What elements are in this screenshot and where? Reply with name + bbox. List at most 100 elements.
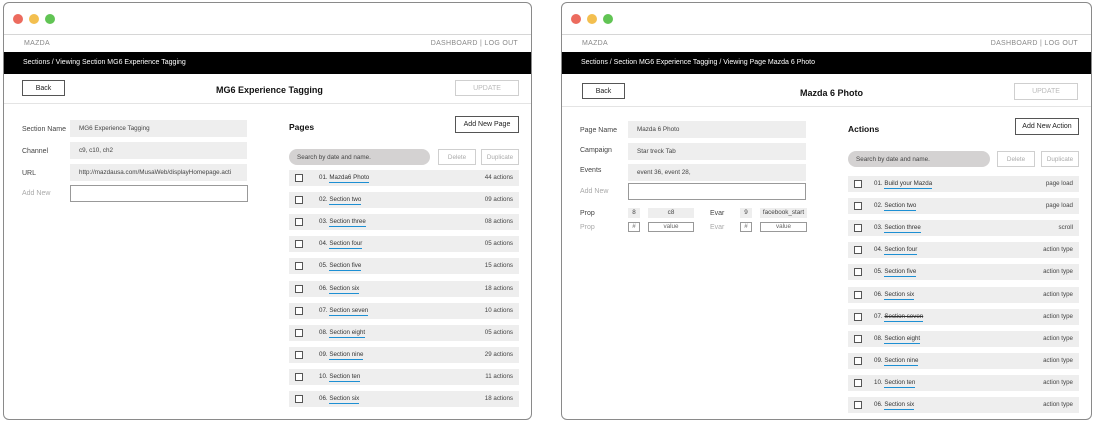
- row-name-link[interactable]: Build your Mazda: [884, 180, 933, 189]
- page-name-field[interactable]: Mazda 6 Photo: [628, 121, 806, 138]
- row-checkbox[interactable]: [854, 290, 862, 299]
- add-new-input[interactable]: [628, 183, 806, 200]
- row-checkbox[interactable]: [295, 350, 303, 359]
- update-button[interactable]: UPDATE: [1014, 83, 1078, 100]
- evar-value-input[interactable]: value: [760, 222, 807, 232]
- close-window-icon[interactable]: [571, 14, 581, 24]
- row-name-link[interactable]: Section seven: [884, 312, 924, 322]
- list-row[interactable]: 01. Mazda6 Photo 44 actions: [289, 170, 519, 186]
- row-name-link[interactable]: Section ten: [884, 378, 916, 388]
- list-row[interactable]: 06. Section six action type: [848, 397, 1079, 413]
- row-checkbox[interactable]: [295, 196, 303, 205]
- list-row[interactable]: 05. Section five 15 actions: [289, 258, 519, 275]
- row-checkbox[interactable]: [854, 246, 862, 255]
- list-row[interactable]: 09. Section nine action type: [848, 352, 1079, 369]
- update-button[interactable]: UPDATE: [455, 80, 519, 96]
- row-checkbox[interactable]: [295, 328, 303, 337]
- evar-number-input[interactable]: #: [740, 222, 752, 232]
- list-row[interactable]: 07. Section seven action type: [848, 308, 1079, 325]
- row-checkbox[interactable]: [854, 312, 862, 321]
- list-row[interactable]: 10. Section ten 11 actions: [289, 368, 519, 385]
- channel-field[interactable]: c9, c10, ch2: [70, 142, 247, 159]
- events-field[interactable]: event 36, event 28,: [628, 164, 806, 181]
- section-name-field[interactable]: MG6 Experience Tagging: [70, 120, 247, 137]
- row-name-link[interactable]: Section four: [329, 240, 363, 250]
- maximize-window-icon[interactable]: [603, 14, 613, 24]
- row-name-link[interactable]: Section nine: [884, 356, 919, 366]
- row-name-link[interactable]: Section two: [884, 202, 917, 212]
- row-name-link[interactable]: Section six: [884, 290, 915, 300]
- dashboard-link[interactable]: DASHBOARD: [991, 40, 1038, 47]
- prop-number-field[interactable]: 8: [628, 208, 640, 218]
- prop-value-input[interactable]: value: [648, 222, 694, 232]
- row-checkbox[interactable]: [295, 395, 303, 403]
- row-name-link[interactable]: Section three: [329, 218, 366, 228]
- row-checkbox[interactable]: [295, 262, 303, 271]
- row-checkbox[interactable]: [854, 224, 862, 233]
- list-row[interactable]: 05. Section five action type: [848, 264, 1079, 281]
- dashboard-link[interactable]: DASHBOARD: [431, 40, 478, 47]
- row-checkbox[interactable]: [295, 306, 303, 315]
- row-checkbox[interactable]: [854, 334, 862, 343]
- list-row[interactable]: 08. Section eight action type: [848, 330, 1079, 347]
- list-row[interactable]: 03. Section three scroll: [848, 220, 1079, 237]
- row-name-link[interactable]: Section ten: [329, 372, 361, 382]
- row-checkbox[interactable]: [295, 174, 303, 182]
- maximize-window-icon[interactable]: [45, 14, 55, 24]
- list-row[interactable]: 06. Section six action type: [848, 286, 1079, 303]
- url-field[interactable]: http://mazdausa.com/MusaWeb/displayHomep…: [70, 164, 247, 181]
- row-name-link[interactable]: Section eight: [884, 334, 921, 344]
- row-name-link[interactable]: Section two: [329, 196, 362, 206]
- row-checkbox[interactable]: [854, 180, 862, 188]
- row-checkbox[interactable]: [295, 240, 303, 249]
- row-checkbox[interactable]: [854, 401, 862, 409]
- row-name-link[interactable]: Section six: [884, 401, 915, 410]
- duplicate-button[interactable]: Duplicate: [1041, 151, 1079, 167]
- pages-search-input[interactable]: Search by date and name.: [289, 149, 430, 165]
- list-row[interactable]: 09. Section nine 29 actions: [289, 346, 519, 363]
- back-button[interactable]: Back: [22, 80, 65, 96]
- row-name-link[interactable]: Mazda6 Photo: [329, 174, 370, 183]
- list-row[interactable]: 06. Section six 18 actions: [289, 391, 519, 407]
- row-checkbox[interactable]: [854, 202, 862, 211]
- minimize-window-icon[interactable]: [587, 14, 597, 24]
- row-checkbox[interactable]: [295, 218, 303, 227]
- logout-link[interactable]: LOG OUT: [1044, 40, 1078, 47]
- list-row[interactable]: 07. Section seven 10 actions: [289, 302, 519, 319]
- campaign-field[interactable]: Star treck Tab: [628, 143, 806, 160]
- list-row[interactable]: 04. Section four action type: [848, 242, 1079, 259]
- add-new-page-button[interactable]: Add New Page: [455, 116, 519, 133]
- row-name-link[interactable]: Section four: [884, 246, 918, 256]
- list-row[interactable]: 03. Section three 08 actions: [289, 214, 519, 231]
- row-checkbox[interactable]: [854, 268, 862, 277]
- row-name-link[interactable]: Section eight: [329, 328, 366, 338]
- actions-search-input[interactable]: Search by date and name.: [848, 151, 990, 167]
- list-row[interactable]: 10. Section ten action type: [848, 374, 1079, 391]
- list-row[interactable]: 02. Section two page load: [848, 198, 1079, 215]
- list-row[interactable]: 01. Build your Mazda page load: [848, 176, 1079, 192]
- row-name-link[interactable]: Section five: [329, 262, 362, 272]
- add-new-input[interactable]: [70, 185, 248, 202]
- row-name-link[interactable]: Section five: [884, 268, 917, 278]
- close-window-icon[interactable]: [13, 14, 23, 24]
- duplicate-button[interactable]: Duplicate: [481, 149, 519, 165]
- row-checkbox[interactable]: [295, 372, 303, 381]
- delete-button[interactable]: Delete: [438, 149, 476, 165]
- evar-number-field[interactable]: 9: [740, 208, 752, 218]
- prop-value-field[interactable]: c8: [648, 208, 694, 218]
- row-checkbox[interactable]: [854, 378, 862, 387]
- row-name-link[interactable]: Section six: [329, 395, 360, 404]
- list-row[interactable]: 08. Section eight 05 actions: [289, 324, 519, 341]
- row-name-link[interactable]: Section six: [329, 284, 360, 294]
- row-name-link[interactable]: Section seven: [329, 306, 369, 316]
- list-row[interactable]: 06. Section six 18 actions: [289, 280, 519, 297]
- logout-link[interactable]: LOG OUT: [484, 40, 518, 47]
- prop-number-input[interactable]: #: [628, 222, 640, 232]
- row-checkbox[interactable]: [854, 356, 862, 365]
- minimize-window-icon[interactable]: [29, 14, 39, 24]
- row-name-link[interactable]: Section three: [884, 224, 921, 234]
- list-row[interactable]: 02. Section two 09 actions: [289, 192, 519, 209]
- list-row[interactable]: 04. Section four 05 actions: [289, 236, 519, 253]
- back-button[interactable]: Back: [582, 83, 625, 99]
- delete-button[interactable]: Delete: [997, 151, 1035, 167]
